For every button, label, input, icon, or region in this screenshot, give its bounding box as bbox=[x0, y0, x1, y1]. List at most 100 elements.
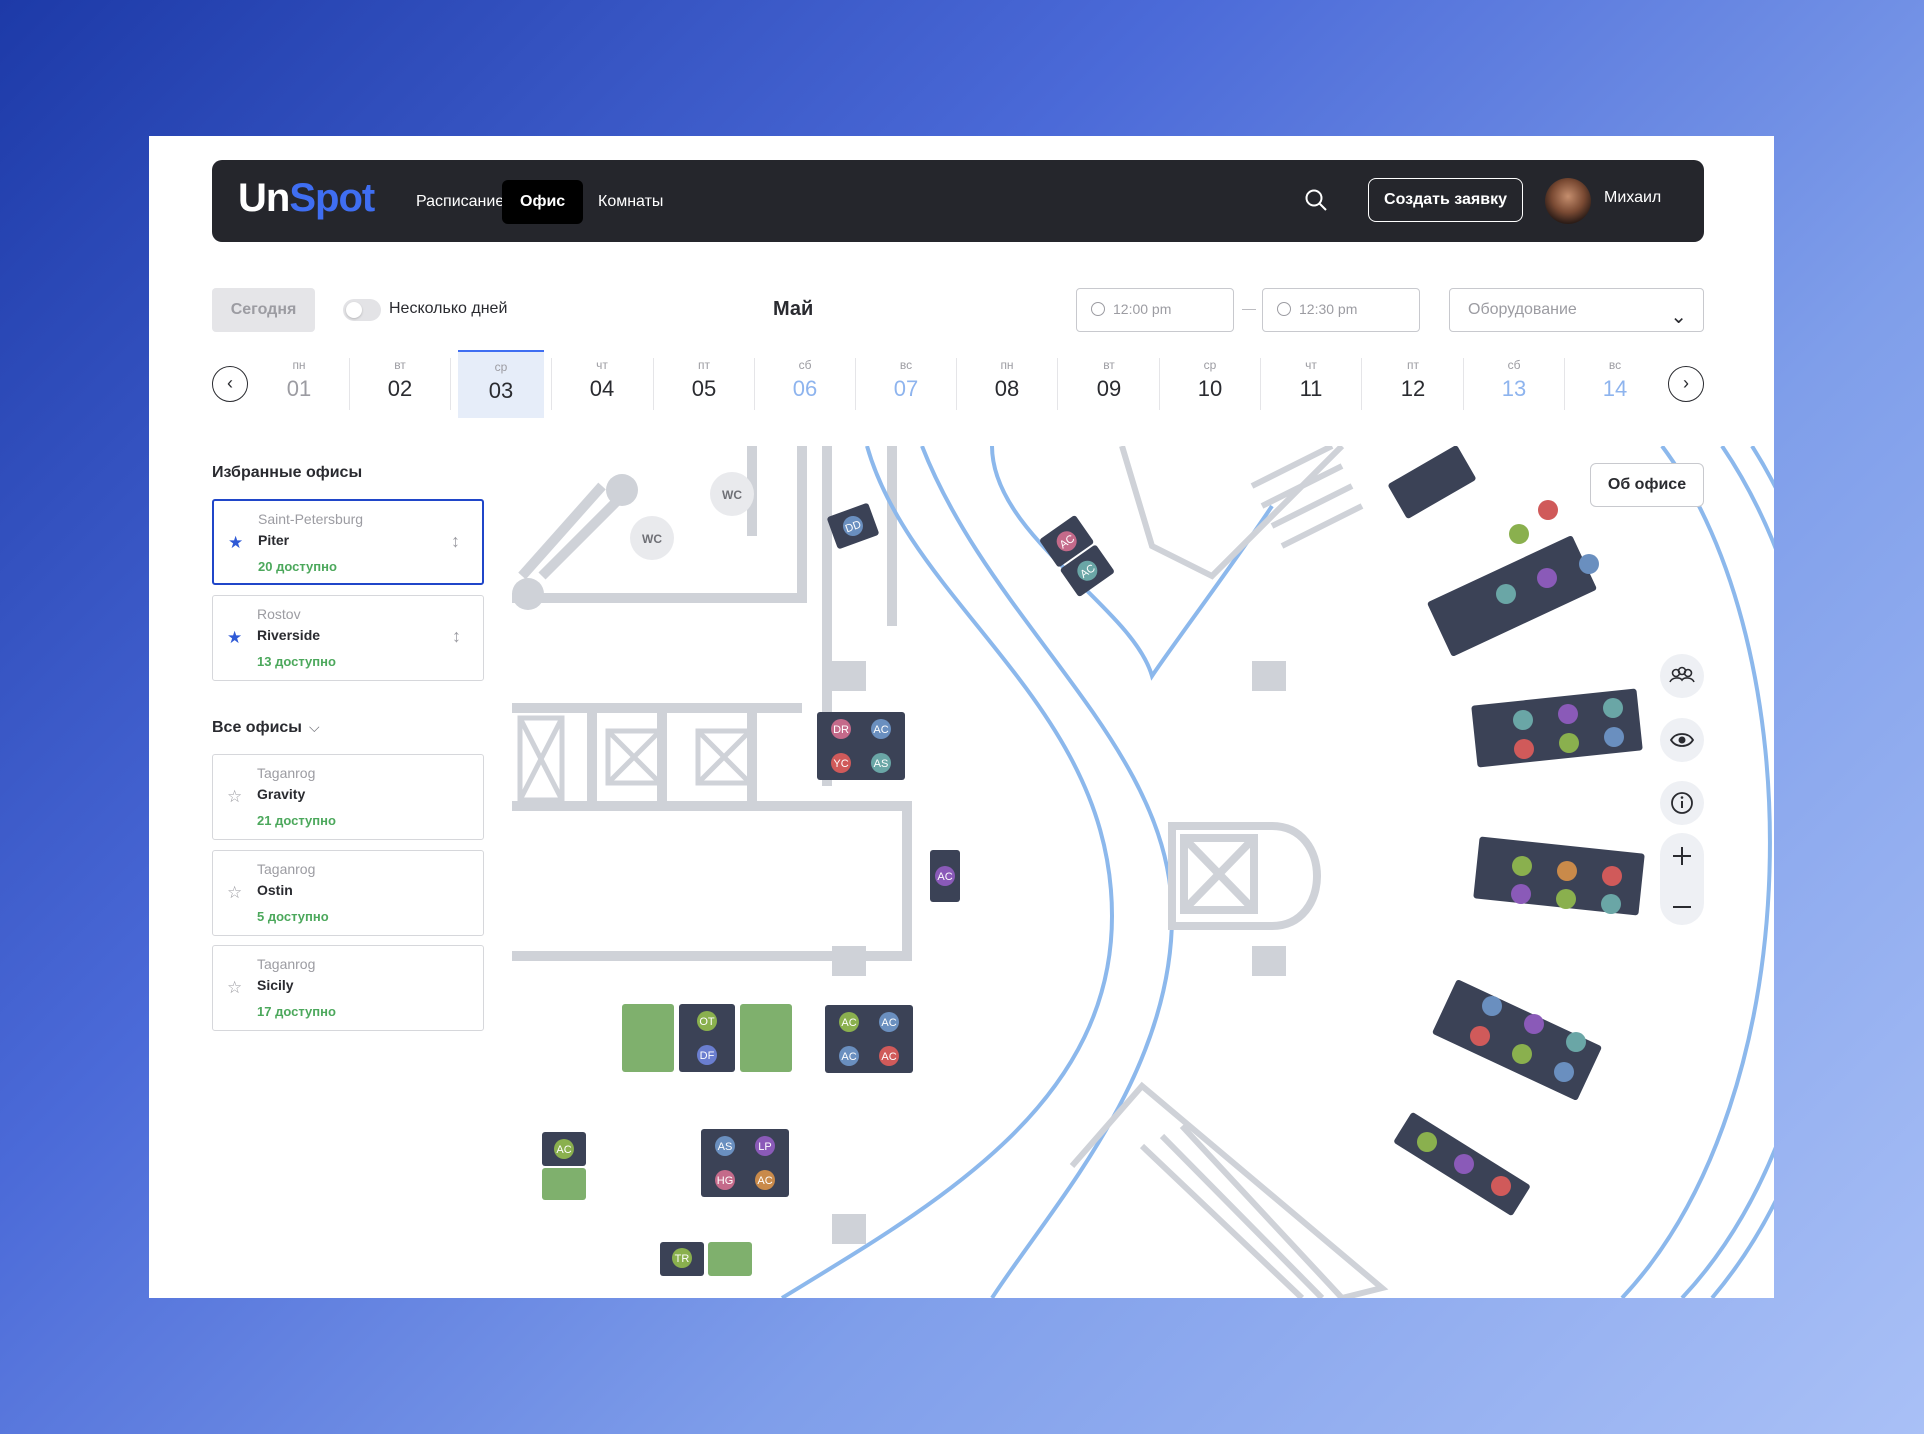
date-divider bbox=[1057, 358, 1058, 410]
date-cell[interactable]: сб 06 bbox=[762, 350, 848, 416]
map-room-boxes bbox=[517, 715, 753, 803]
office-card-gravity[interactable]: ☆ Taganrog Gravity 21 доступно bbox=[212, 754, 484, 840]
floor-map[interactable]: WC WC DD AC AC DR AC YC AS AC OT DF AC A… bbox=[512, 446, 1774, 1298]
svg-text:AS: AS bbox=[718, 1141, 733, 1153]
star-filled-icon[interactable]: ★ bbox=[227, 628, 242, 648]
date-divider bbox=[1564, 358, 1565, 410]
date-cell[interactable]: вс 14 bbox=[1572, 350, 1658, 416]
desk-group-dd[interactable]: DD bbox=[826, 502, 880, 550]
month-title: Май bbox=[773, 298, 814, 320]
date-cell-selected[interactable]: ср 03 bbox=[458, 350, 544, 418]
about-office-button[interactable]: Об офисе bbox=[1590, 463, 1704, 507]
desk-group-ac-left[interactable]: AC AC bbox=[1038, 514, 1116, 598]
multi-days-toggle[interactable] bbox=[343, 299, 381, 321]
date-divider bbox=[551, 358, 552, 410]
svg-text:TR: TR bbox=[675, 1253, 690, 1265]
svg-text:AC: AC bbox=[841, 1051, 856, 1063]
date-cell[interactable]: вс 07 bbox=[863, 350, 949, 416]
star-filled-icon[interactable]: ★ bbox=[228, 533, 243, 553]
office-card-riverside[interactable]: ★ Rostov Riverside 13 доступно ↕ bbox=[212, 595, 484, 681]
user-avatar[interactable] bbox=[1545, 178, 1591, 224]
star-outline-icon[interactable]: ☆ bbox=[227, 978, 242, 998]
elevator-core bbox=[1168, 822, 1321, 930]
svg-text:AC: AC bbox=[556, 1144, 571, 1156]
star-outline-icon[interactable]: ☆ bbox=[227, 787, 242, 807]
prev-week-button[interactable]: ‹ bbox=[212, 366, 248, 402]
date-cell[interactable]: чт 04 bbox=[559, 350, 645, 416]
time-from-input[interactable]: 12:00 pm bbox=[1076, 288, 1234, 332]
chevron-left-icon: ‹ bbox=[227, 373, 233, 393]
desk-group-dr[interactable]: DR AC YC AS bbox=[817, 712, 905, 780]
next-week-button[interactable]: › bbox=[1668, 366, 1704, 402]
info-icon bbox=[1671, 792, 1693, 814]
drag-handle-icon[interactable]: ↕ bbox=[451, 531, 460, 552]
zoom-out-icon[interactable] bbox=[1660, 884, 1704, 930]
desk-group-as[interactable]: AS LP HG AC bbox=[701, 1129, 789, 1197]
chevron-down-icon[interactable]: ⌵ bbox=[309, 719, 320, 736]
date-divider bbox=[956, 358, 957, 410]
date-cell[interactable]: чт 11 bbox=[1268, 350, 1354, 416]
date-cell[interactable]: вт 02 bbox=[357, 350, 443, 416]
star-outline-icon[interactable]: ☆ bbox=[227, 883, 242, 903]
desk-group-ot[interactable]: OT DF bbox=[622, 1004, 792, 1072]
svg-text:DF: DF bbox=[700, 1050, 715, 1062]
nav-rooms[interactable]: Комнаты bbox=[580, 180, 681, 224]
date-divider bbox=[349, 358, 350, 410]
svg-text:AC: AC bbox=[757, 1175, 772, 1187]
equipment-select[interactable]: Оборудование ⌄ bbox=[1449, 288, 1704, 332]
all-offices-title[interactable]: Все офисы bbox=[212, 719, 302, 737]
unspot-logo[interactable]: UnSpot bbox=[238, 176, 375, 221]
date-cell[interactable]: пн 08 bbox=[964, 350, 1050, 416]
zoom-control bbox=[1660, 833, 1704, 925]
office-card-sicily[interactable]: ☆ Taganrog Sicily 17 доступно bbox=[212, 945, 484, 1031]
wc-markers: WC WC bbox=[630, 472, 754, 560]
date-divider bbox=[754, 358, 755, 410]
top-navigation-bar: UnSpot Расписание Офис Комнаты Создать з… bbox=[212, 160, 1704, 242]
clock-icon bbox=[1277, 302, 1291, 316]
svg-text:HG: HG bbox=[717, 1175, 734, 1187]
svg-text:YC: YC bbox=[833, 758, 848, 770]
office-card-piter[interactable]: ★ Saint-Petersburg Piter 20 доступно ↕ bbox=[212, 499, 484, 585]
app-window: UnSpot Расписание Офис Комнаты Создать з… bbox=[149, 136, 1774, 1298]
multi-days-label: Несколько дней bbox=[389, 300, 508, 317]
date-divider bbox=[1159, 358, 1160, 410]
svg-text:AC: AC bbox=[841, 1017, 856, 1029]
chevron-down-icon: ⌄ bbox=[1670, 306, 1687, 328]
chevron-right-icon: › bbox=[1683, 373, 1689, 393]
drag-handle-icon[interactable]: ↕ bbox=[452, 626, 461, 647]
people-filter-button[interactable] bbox=[1660, 654, 1704, 698]
office-card-ostin[interactable]: ☆ Taganrog Ostin 5 доступно bbox=[212, 850, 484, 936]
today-button[interactable]: Сегодня bbox=[212, 288, 315, 332]
date-cell[interactable]: пн 01 bbox=[256, 350, 342, 416]
clock-icon bbox=[1091, 302, 1105, 316]
eye-icon bbox=[1669, 733, 1695, 747]
date-cell[interactable]: пт 12 bbox=[1370, 350, 1456, 416]
date-divider bbox=[855, 358, 856, 410]
svg-text:OT: OT bbox=[699, 1016, 715, 1028]
svg-text:WC: WC bbox=[642, 532, 662, 546]
search-icon[interactable] bbox=[1304, 188, 1328, 212]
date-divider bbox=[450, 358, 451, 410]
desk-group-ac-low[interactable]: AC bbox=[542, 1132, 586, 1200]
svg-text:AC: AC bbox=[881, 1051, 896, 1063]
desk-ring-right[interactable] bbox=[1387, 446, 1645, 1216]
user-name[interactable]: Михаил bbox=[1604, 189, 1661, 207]
zoom-in-icon[interactable] bbox=[1660, 833, 1704, 879]
desk-group-ac-mid[interactable]: AC AC AC AC bbox=[825, 1005, 913, 1073]
date-cell[interactable]: вт 09 bbox=[1066, 350, 1152, 416]
date-cell[interactable]: сб 13 bbox=[1471, 350, 1557, 416]
nav-office[interactable]: Офис bbox=[502, 180, 584, 224]
date-cell[interactable]: ср 10 bbox=[1167, 350, 1253, 416]
desk-group-tr[interactable]: TR bbox=[660, 1242, 752, 1276]
time-to-input[interactable]: 12:30 pm bbox=[1262, 288, 1420, 332]
date-divider bbox=[1463, 358, 1464, 410]
visibility-toggle-button[interactable] bbox=[1660, 718, 1704, 762]
date-cell[interactable]: пт 05 bbox=[661, 350, 747, 416]
desk-single-ac[interactable]: AC bbox=[930, 850, 960, 902]
svg-text:AC: AC bbox=[937, 871, 952, 883]
info-button[interactable] bbox=[1660, 781, 1704, 825]
time-separator: — bbox=[1242, 300, 1256, 316]
people-icon bbox=[1669, 666, 1695, 683]
create-request-button[interactable]: Создать заявку bbox=[1368, 178, 1523, 222]
favorites-title: Избранные офисы bbox=[212, 464, 363, 481]
